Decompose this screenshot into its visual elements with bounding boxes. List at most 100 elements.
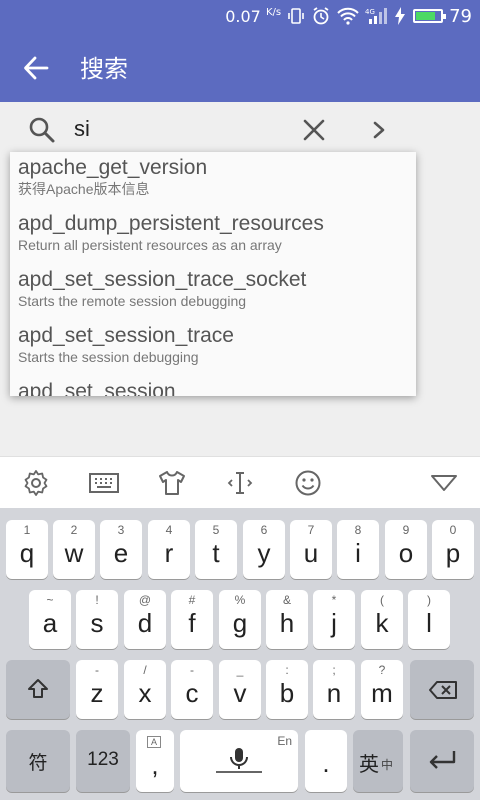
key-label: g: [232, 608, 248, 638]
key-p[interactable]: 0p: [432, 520, 474, 579]
suggestion-description: Return all persistent resources as an ar…: [18, 237, 282, 253]
network-type: 4G: [365, 8, 375, 16]
hide-keyboard-button[interactable]: [426, 465, 462, 501]
language-switch-key[interactable]: 英 中: [353, 730, 403, 792]
key-j[interactable]: * j: [313, 590, 355, 649]
key-x[interactable]: / x: [124, 660, 166, 719]
wifi-icon: [337, 6, 359, 26]
key-z[interactable]: -z: [76, 660, 118, 719]
key-hint: 2: [70, 523, 78, 537]
key-hint: 8: [354, 523, 362, 537]
key-label: o: [398, 538, 414, 568]
key-h[interactable]: & h: [266, 590, 308, 649]
comma-key[interactable]: A ,: [136, 730, 174, 792]
key-l[interactable]: ) l: [408, 590, 450, 649]
key-label: r: [164, 538, 174, 568]
suggestion-item[interactable]: apd_set_session_trace_socket Starts the …: [10, 264, 416, 320]
key-hint: :: [285, 663, 289, 677]
key-label: d: [137, 608, 153, 638]
key-label: l: [426, 608, 432, 638]
key-hint: (: [380, 593, 384, 607]
key-label: w: [64, 538, 84, 568]
key-r[interactable]: 4r: [148, 520, 190, 579]
key-label: m: [371, 678, 393, 708]
key-d[interactable]: @ d: [124, 590, 166, 649]
key-a[interactable]: ~ a: [29, 590, 71, 649]
vibrate-icon: [287, 6, 305, 26]
enter-arrow-icon: [429, 751, 456, 769]
key-w[interactable]: 2w: [53, 520, 95, 579]
app-bar: 搜索: [0, 32, 480, 102]
suggestion-name: apd_set_session_trace: [18, 324, 234, 347]
chevron-right-icon[interactable]: [366, 116, 392, 144]
back-button[interactable]: [16, 48, 56, 88]
search-input[interactable]: [74, 110, 284, 148]
key-hint: ): [427, 593, 431, 607]
key-hint: 1: [23, 523, 31, 537]
keyboard-layout-button[interactable]: [86, 465, 122, 501]
language-secondary: 中: [381, 758, 394, 772]
suggestion-item[interactable]: apd_set_session_trace Starts the session…: [10, 320, 416, 376]
key-label: c: [185, 678, 199, 708]
key-hint: &: [282, 593, 291, 607]
alarm-icon: [311, 6, 331, 26]
speed-unit: K/s: [265, 6, 282, 18]
key-label: x: [138, 678, 152, 708]
key-hint: *: [331, 593, 337, 607]
key-label: k: [375, 608, 389, 638]
key-hint: ?: [378, 663, 386, 677]
key-label: i: [355, 538, 361, 568]
suggestion-item[interactable]: apd_set_session: [10, 376, 416, 396]
smiley-icon: [295, 470, 321, 496]
symbols-key[interactable]: 符: [6, 730, 70, 792]
status-icons: 0.07 K/s 4G 79: [225, 4, 472, 28]
key-label: 符: [28, 753, 48, 774]
key-g[interactable]: % g: [219, 590, 261, 649]
key-e[interactable]: 3e: [100, 520, 142, 579]
backspace-icon: [429, 681, 457, 699]
arrow-left-icon: [24, 56, 49, 80]
key-y[interactable]: 6y: [243, 520, 285, 579]
key-s[interactable]: ! s: [76, 590, 118, 649]
shift-arrow-icon: [28, 679, 48, 698]
key-k[interactable]: (k: [361, 590, 403, 649]
key-m[interactable]: ? m: [361, 660, 403, 719]
soft-keyboard: 1q 2w 3e 4r 5t 6y 7u 8i 9o 0p ~ a ! s @ d #…: [0, 456, 480, 800]
key-c[interactable]: -c: [171, 660, 213, 719]
numbers-key[interactable]: 123: [76, 730, 130, 792]
shift-key[interactable]: [6, 660, 70, 719]
key-label: b: [279, 678, 295, 708]
suggestion-description: 获得Apache版本信息: [18, 181, 150, 197]
key-n[interactable]: ; n: [313, 660, 355, 719]
key-i[interactable]: 8i: [337, 520, 379, 579]
emoji-button[interactable]: [290, 465, 326, 501]
key-v[interactable]: _ v: [219, 660, 261, 719]
key-b[interactable]: :b: [266, 660, 308, 719]
key-label: e: [113, 538, 129, 568]
key-o[interactable]: 9o: [385, 520, 427, 579]
close-icon[interactable]: [300, 116, 328, 144]
key-q[interactable]: 1q: [6, 520, 48, 579]
key-f[interactable]: # f: [171, 590, 213, 649]
cursor-control-button[interactable]: [222, 465, 258, 501]
key-t[interactable]: 5t: [195, 520, 237, 579]
backspace-key[interactable]: [410, 660, 474, 719]
key-u[interactable]: 7u: [290, 520, 332, 579]
charging-icon: [395, 6, 406, 26]
suggestion-item[interactable]: apd_dump_persistent_resources Return all…: [10, 208, 416, 264]
keyboard-theme-button[interactable]: [154, 465, 190, 501]
key-hint: 6: [260, 523, 268, 537]
suggestion-name: apd_set_session_trace_socket: [18, 268, 307, 291]
keyboard-settings-button[interactable]: [18, 465, 54, 501]
tshirt-icon: [159, 471, 185, 495]
key-label: .: [322, 748, 330, 778]
enter-key[interactable]: [410, 730, 474, 792]
key-label: q: [19, 538, 35, 568]
key-label: ,: [151, 750, 159, 780]
period-key[interactable]: .: [305, 730, 347, 792]
key-hint: 5: [212, 523, 220, 537]
key-hint: -: [95, 663, 99, 677]
space-key[interactable]: En: [180, 730, 298, 792]
suggestion-item[interactable]: apache_get_version 获得Apache版本信息: [10, 152, 416, 208]
suggestion-description: Starts the session debugging: [18, 349, 199, 365]
